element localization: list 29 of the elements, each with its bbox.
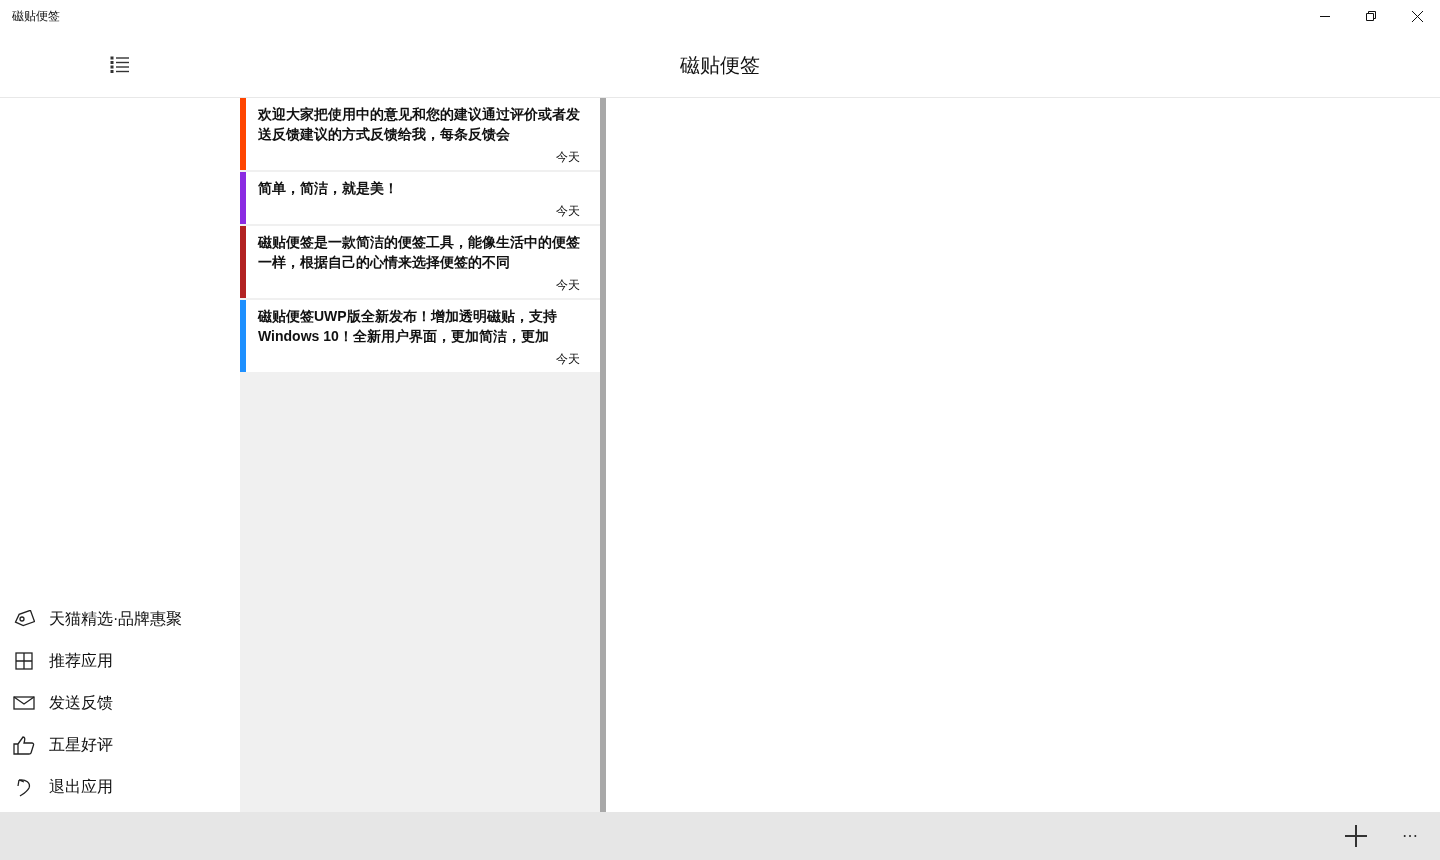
note-text: 简单，简洁，就是美！ xyxy=(258,179,399,198)
sidebar-item[interactable]: 五星好评 xyxy=(0,724,240,766)
note-text: 磁贴便签UWP版全新发布！增加透明磁贴，支持Windows 10！全新用户界面，更加简洁，更加 xyxy=(258,307,558,346)
note-date: 今天 xyxy=(556,203,580,220)
sidebar-item[interactable]: 天猫精选·品牌惠聚 xyxy=(0,598,240,640)
scrollbar[interactable] xyxy=(600,98,606,812)
note-text: 欢迎大家把使用中的意见和您的建议通过评价或者发送反馈建议的方式反馈给我，每条反馈会 xyxy=(258,105,580,144)
close-icon xyxy=(1411,10,1423,22)
grid-icon xyxy=(15,652,33,670)
sidebar-item[interactable]: 推荐应用 xyxy=(0,640,240,682)
page-title: 磁贴便签 xyxy=(680,52,760,78)
menu-icon xyxy=(110,55,130,74)
note-card[interactable]: 磁贴便签UWP版全新发布！增加透明磁贴，支持Windows 10！全新用户界面，更加简洁，更加 今天 xyxy=(240,300,600,372)
window-title: 磁贴便签 xyxy=(12,8,60,25)
plus-icon xyxy=(1345,825,1367,847)
more-button[interactable]: ⋯ xyxy=(1380,812,1440,860)
note-date: 今天 xyxy=(556,351,580,368)
note-card[interactable]: 磁贴便签是一款简洁的便签工具，能像生活中的便签一样，根据自己的心情来选择便签的不同 今天 xyxy=(240,226,600,298)
note-date: 今天 xyxy=(556,149,580,166)
thumbs-up-icon xyxy=(13,735,35,755)
sidebar-item[interactable]: 发送反馈 xyxy=(0,682,240,724)
sidebar-item[interactable]: 退出应用 xyxy=(0,766,240,808)
note-card[interactable]: 欢迎大家把使用中的意见和您的建议通过评价或者发送反馈建议的方式反馈给我，每条反馈会 今天 xyxy=(240,98,600,170)
note-card[interactable]: 简单，简洁，就是美！ 今天 xyxy=(240,172,600,224)
note-text: 磁贴便签是一款简洁的便签工具，能像生活中的便签一样，根据自己的心情来选择便签的不同 xyxy=(258,233,580,272)
tag-icon xyxy=(13,610,35,628)
restore-icon xyxy=(1366,11,1376,21)
mail-icon xyxy=(13,696,35,710)
note-date: 今天 xyxy=(556,277,580,294)
